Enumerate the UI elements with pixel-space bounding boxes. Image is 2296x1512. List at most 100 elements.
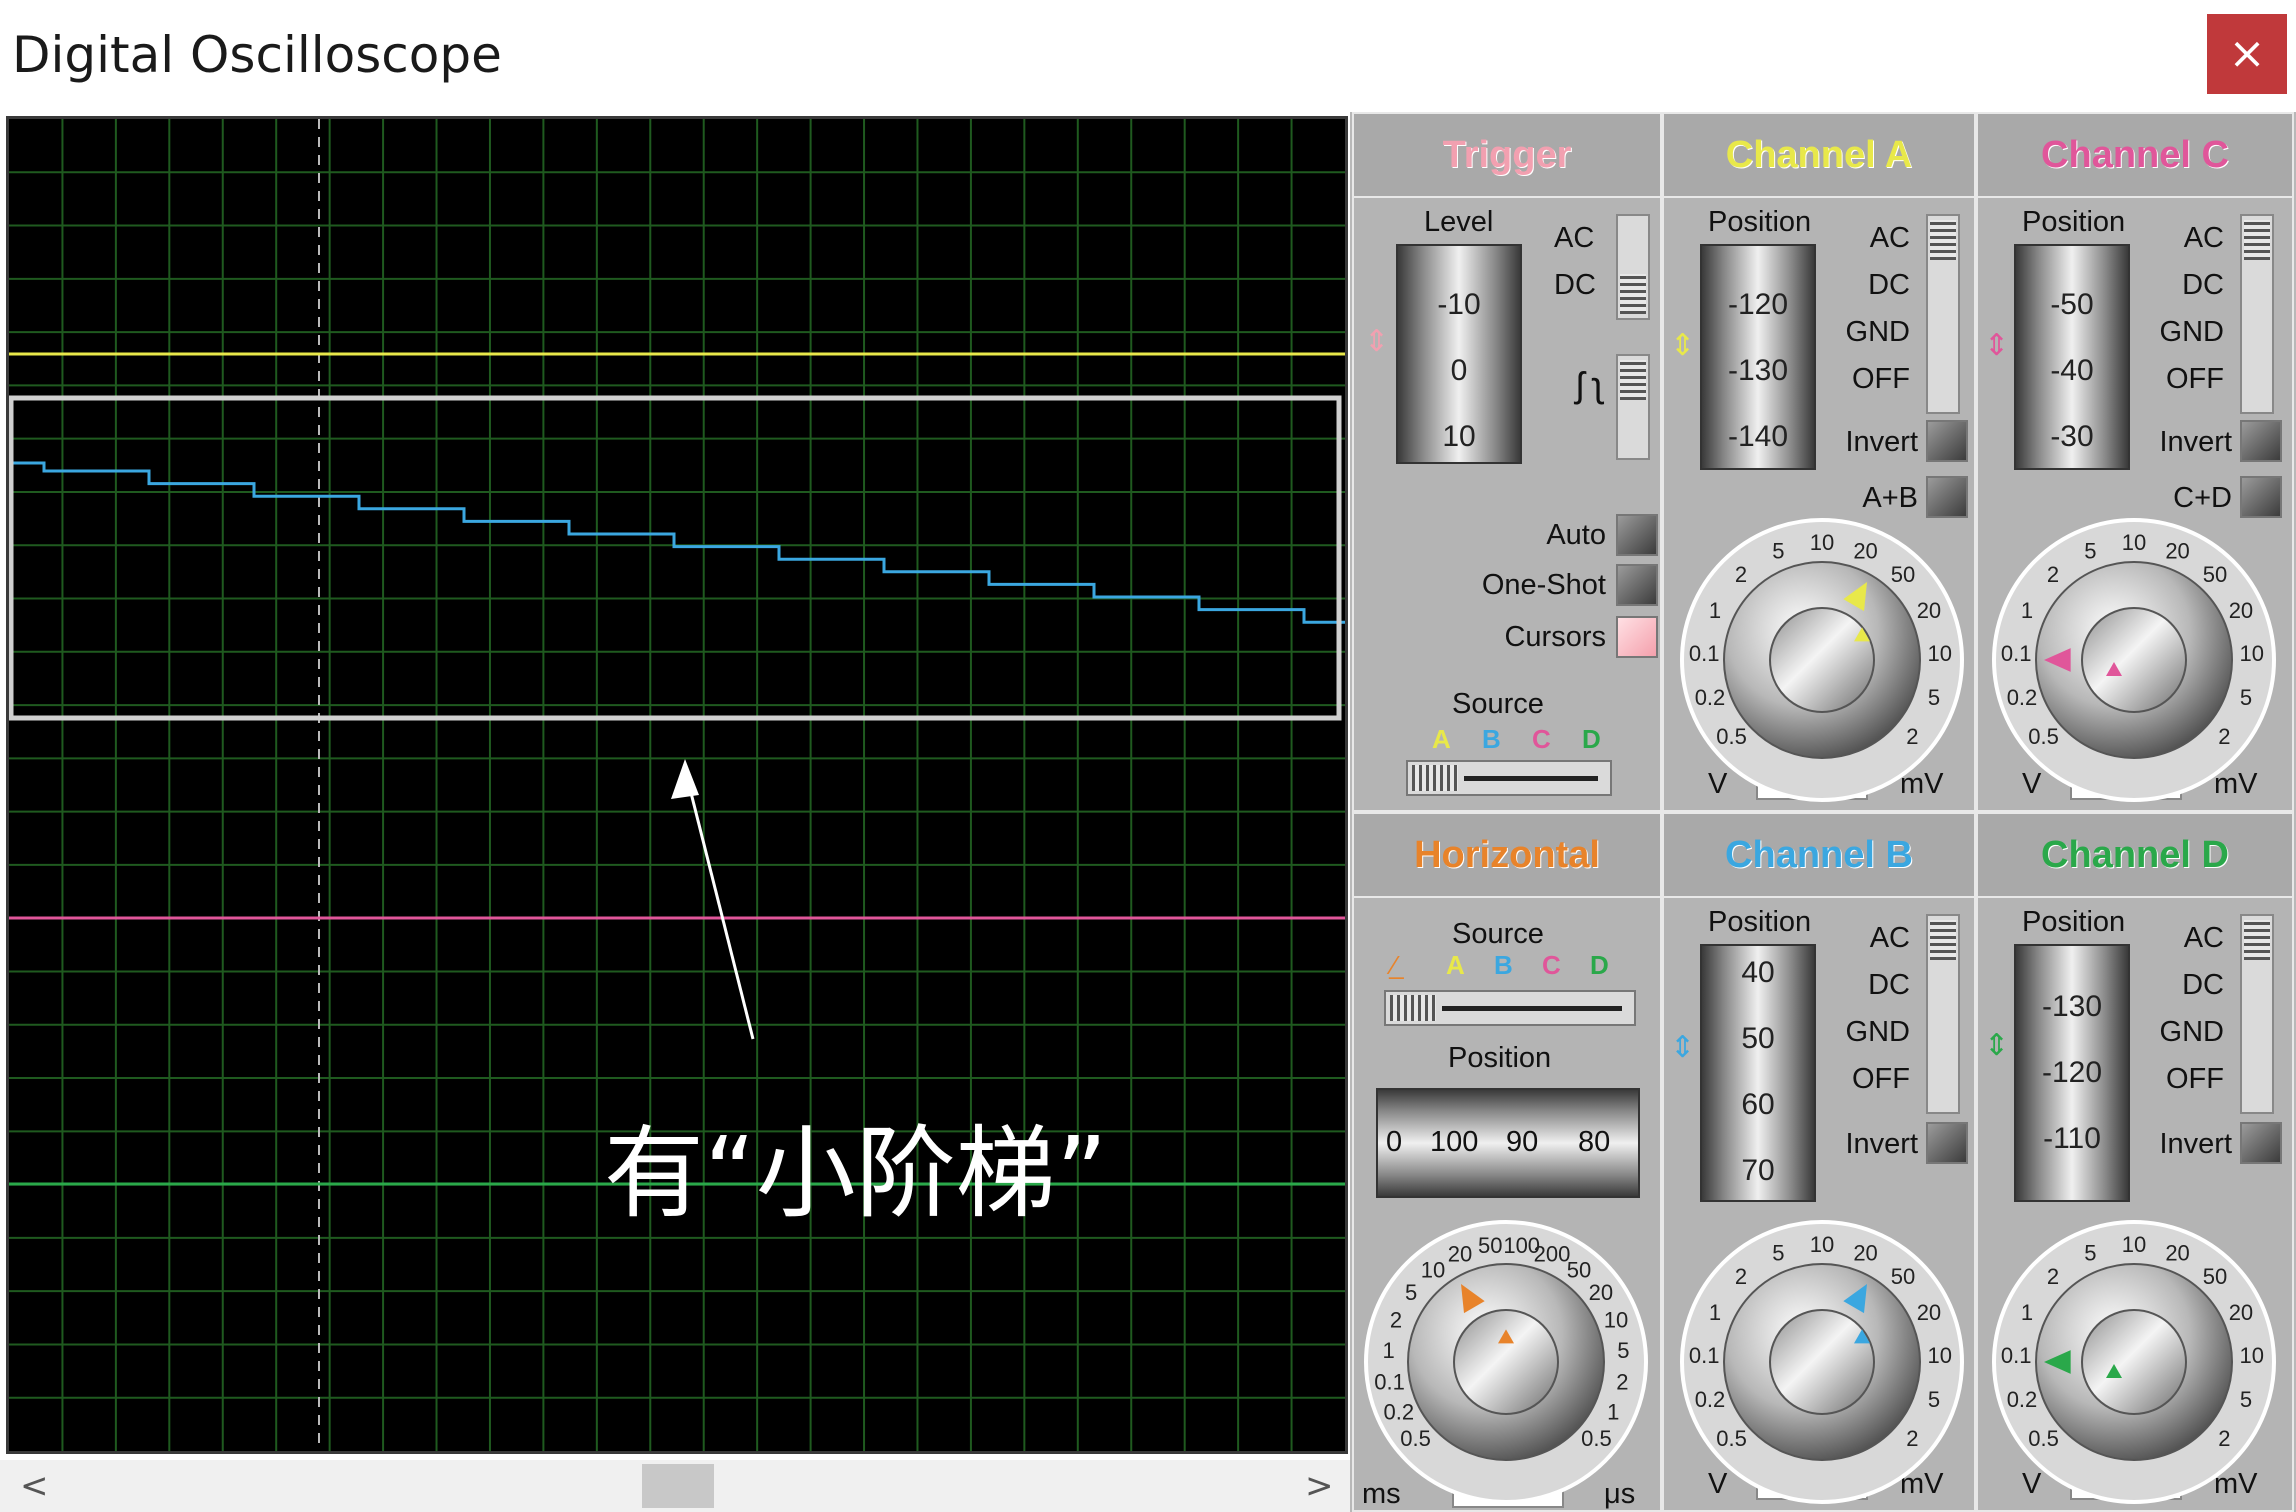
channel-a-position-drum[interactable]: -120 -130 -140	[1700, 244, 1816, 470]
channel-b-coupling-slider[interactable]	[1926, 914, 1960, 1114]
channel-c-scale-2: -40	[2050, 354, 2094, 387]
channel-d-updown-icon: ⇕	[1984, 1029, 2010, 1062]
window-title: Digital Oscilloscope	[12, 26, 502, 84]
trigger-source-a: A	[1432, 724, 1451, 754]
channel-a-scale-3: -140	[1727, 420, 1789, 453]
trigger-source-d: D	[1582, 724, 1601, 754]
hpos-scale-3: 90	[1506, 1126, 1539, 1158]
trigger-coupling-switch[interactable]	[1616, 214, 1650, 320]
hpos-scale-4: 80	[1578, 1126, 1611, 1158]
channel-d-position-drum[interactable]: -130 -120 -110	[2014, 944, 2130, 1202]
channel-c-off-label: OFF	[2166, 363, 2224, 395]
channel-b-position-drum[interactable]: 40 50 60 70	[1700, 944, 1816, 1202]
one-shot-label: One-Shot	[1481, 569, 1606, 601]
one-shot-button[interactable]	[1616, 564, 1658, 606]
level-scale-2: 0	[1450, 354, 1468, 387]
channel-d-invert-button[interactable]	[2240, 1122, 2282, 1164]
timebase-value-field[interactable]: 0.5m	[1452, 1468, 1564, 1508]
channel-a-invert-button[interactable]	[1926, 420, 1968, 462]
channel-c-unit-left: V	[2022, 768, 2042, 800]
level-updown-icon: ⇕	[1364, 325, 1390, 358]
annotation-arrow-shaft	[683, 768, 755, 1040]
channel-a-position-label: Position	[1708, 206, 1812, 238]
channel-a-scale-1: -120	[1727, 288, 1789, 321]
auto-label: Auto	[1546, 519, 1606, 551]
channel-a-coupling-slider[interactable]	[1926, 214, 1960, 414]
trigger-level-drum[interactable]: -10 0 10	[1396, 244, 1522, 464]
channel-d-value-field[interactable]: 5	[2070, 1460, 2182, 1500]
channel-a-invert-label: Invert	[1845, 426, 1918, 458]
level-label: Level	[1424, 206, 1494, 238]
horizontal-unit-left: ms	[1362, 1478, 1401, 1510]
auto-button[interactable]	[1616, 514, 1658, 556]
channel-a-scale-2: -130	[1727, 354, 1789, 387]
cursors-button[interactable]	[1616, 616, 1658, 658]
channel-c-combine-button[interactable]	[2240, 476, 2282, 518]
channel-b-scale-1: 40	[1741, 956, 1775, 989]
trigger-ac-label: AC	[1554, 222, 1595, 254]
oscilloscope-display	[6, 116, 1348, 1454]
channel-d-unit-left: V	[2022, 1468, 2042, 1500]
title-bar: Digital Oscilloscope ×	[0, 0, 2296, 112]
horizontal-source-a: A	[1446, 950, 1465, 980]
channel-c-position-drum[interactable]: -50 -40 -30	[2014, 244, 2130, 470]
channel-b-gnd-label: GND	[1845, 1016, 1910, 1048]
horizontal-position-label: Position	[1448, 1042, 1552, 1074]
channel-b-value-field[interactable]: 0.1	[1756, 1460, 1868, 1500]
channel-d-title: Channel D	[1978, 814, 2292, 898]
trigger-source-slider[interactable]	[1406, 760, 1612, 796]
channel-c-value-field[interactable]: 5	[2070, 760, 2182, 800]
edge-icon: ʃ ʅ	[1576, 364, 1602, 405]
channel-d-position-label: Position	[2022, 906, 2126, 938]
trigger-section: Trigger Level -10 0 10 ⇕ AC DC ʃ ʅ Auto …	[1352, 112, 1662, 812]
channel-b-ac-label: AC	[1869, 922, 1910, 954]
channel-c-gnd-label: GND	[2159, 316, 2224, 348]
horizontal-source-slider[interactable]	[1384, 990, 1636, 1026]
annotation-label: 有“小阶梯”	[604, 1115, 1108, 1232]
channel-a-section: Channel A Position -120 -130 -140 ⇕ AC D…	[1662, 112, 1976, 812]
close-button[interactable]: ×	[2207, 14, 2287, 94]
ramp-source-icon: ⁄̲	[1392, 950, 1397, 980]
control-panel: Trigger Level -10 0 10 ⇕ AC DC ʃ ʅ Auto …	[1350, 112, 2296, 1512]
channel-b-invert-button[interactable]	[1926, 1122, 1968, 1164]
channel-b-invert-label: Invert	[1845, 1128, 1918, 1160]
channel-a-gnd-label: GND	[1845, 316, 1910, 348]
channel-c-updown-icon: ⇕	[1984, 329, 2010, 362]
channel-a-combine-label: A+B	[1862, 482, 1918, 514]
channel-c-combine-label: C+D	[2173, 482, 2232, 514]
channel-a-unit-right: mV	[1900, 768, 1944, 800]
channel-a-updown-icon: ⇕	[1670, 329, 1696, 362]
channel-b-scale-2: 50	[1741, 1022, 1775, 1055]
channel-a-title: Channel A	[1664, 114, 1974, 198]
channel-b-section: Channel B Position 40 50 60 70 ⇕ AC DC G…	[1662, 812, 1976, 1512]
hpos-scale-1: 0	[1386, 1126, 1403, 1158]
channel-d-coupling-slider[interactable]	[2240, 914, 2274, 1114]
channel-b-off-label: OFF	[1852, 1063, 1910, 1095]
scroll-right-arrow[interactable]: >	[1305, 1466, 1334, 1506]
channel-d-scale-2: -120	[2041, 1056, 2103, 1089]
channel-a-dc-label: DC	[1868, 269, 1910, 301]
trigger-source-b: B	[1482, 724, 1501, 754]
horizontal-section: Horizontal Source ⁄̲ A B C D Position 0 …	[1352, 812, 1662, 1512]
channel-c-scale-3: -30	[2050, 420, 2094, 453]
trigger-title: Trigger	[1354, 114, 1660, 198]
channel-d-section: Channel D Position -130 -120 -110 ⇕ AC D…	[1976, 812, 2294, 1512]
horizontal-scrollbar[interactable]: < >	[0, 1460, 1350, 1512]
channel-d-off-label: OFF	[2166, 1063, 2224, 1095]
scroll-thumb[interactable]	[642, 1464, 714, 1508]
channel-b-scale-4: 70	[1741, 1154, 1775, 1187]
horizontal-position-drum[interactable]: 0 100 90 80	[1376, 1088, 1640, 1198]
channel-c-invert-button[interactable]	[2240, 420, 2282, 462]
trigger-source-c: C	[1532, 724, 1551, 754]
channel-a-value-field[interactable]: 0.15	[1756, 760, 1868, 800]
trigger-edge-switch[interactable]	[1616, 354, 1650, 460]
horizontal-title: Horizontal	[1354, 814, 1660, 898]
channel-d-gnd-label: GND	[2159, 1016, 2224, 1048]
scroll-left-arrow[interactable]: <	[20, 1466, 49, 1506]
channel-b-updown-icon: ⇕	[1670, 1031, 1696, 1064]
channel-c-coupling-slider[interactable]	[2240, 214, 2274, 414]
channel-a-combine-button[interactable]	[1926, 476, 1968, 518]
channel-d-scale-1: -130	[2041, 990, 2103, 1023]
channel-c-section: Channel C Position -50 -40 -30 ⇕ AC DC G…	[1976, 112, 2294, 812]
channel-a-off-label: OFF	[1852, 363, 1910, 395]
